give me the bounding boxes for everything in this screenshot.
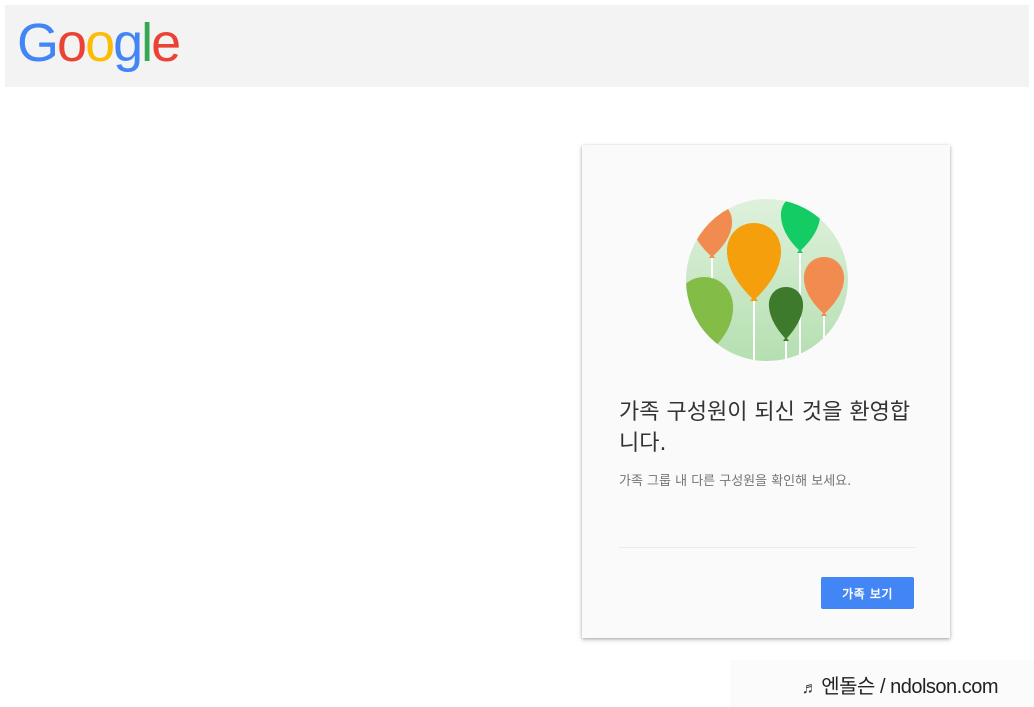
top-bar: Google [5, 5, 1029, 87]
logo-letter: o [57, 13, 87, 73]
divider [619, 547, 915, 548]
music-note-icon: ♬ [801, 680, 818, 697]
logo-letter: o [85, 13, 115, 73]
view-family-button[interactable]: 가족 보기 [821, 577, 914, 609]
page: Google 가족 구성원이 되신 것을 환영합니다. 가족 그룹 내 다른 구… [0, 0, 1034, 707]
logo-letter: G [17, 13, 59, 73]
welcome-title: 가족 구성원이 되신 것을 환영합니다. [619, 400, 911, 456]
logo-letter: g [113, 13, 143, 73]
welcome-card: 가족 구성원이 되신 것을 환영합니다. 가족 그룹 내 다른 구성원을 확인해… [582, 145, 950, 638]
watermark-label: 엔돌슨 / ndolson.com [821, 676, 998, 698]
watermark-text: ♬ 엔돌슨 / ndolson.com [801, 670, 999, 699]
welcome-subtitle: 가족 그룹 내 다른 구성원을 확인해 보세요. [619, 474, 852, 489]
logo-letter: l [141, 13, 153, 73]
google-logo[interactable]: Google [17, 10, 181, 76]
watermark: ♬ 엔돌슨 / ndolson.com [730, 660, 1034, 707]
logo-letter: e [151, 13, 181, 73]
balloons-icon [686, 199, 848, 361]
